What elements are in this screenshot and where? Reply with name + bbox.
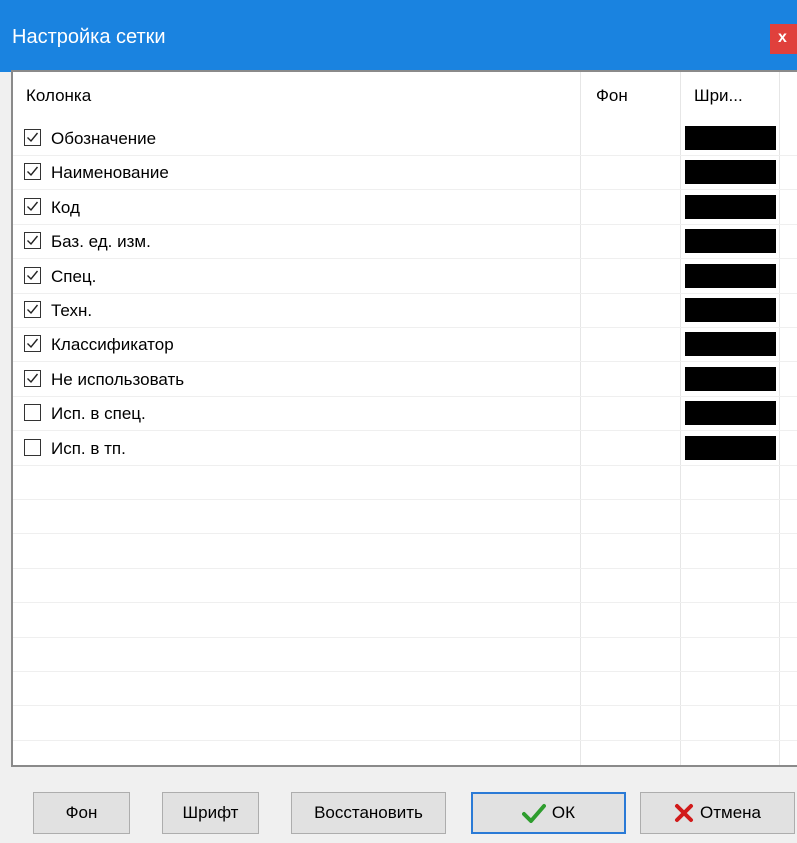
row-checkbox[interactable] [24,232,41,250]
row-checkbox[interactable] [24,129,41,146]
table-row [13,707,797,741]
font-color-swatch[interactable] [685,194,776,219]
table-row [13,741,797,765]
close-button[interactable]: x [770,24,797,54]
table-row[interactable]: Техн. [13,294,797,328]
font-color-swatch[interactable] [685,366,776,391]
table-row[interactable]: Исп. в тп. [13,432,797,466]
table-row[interactable]: Код [13,191,797,225]
table-row [13,500,797,535]
background-button-label: Фон [65,803,98,822]
title-bar: Настройка сетки x [0,0,797,72]
header-background[interactable]: Фон [596,86,628,106]
table-row[interactable]: Исп. в спец. [13,397,797,432]
table-row [13,466,797,500]
table-row[interactable]: Спец. [13,260,797,294]
row-checkbox[interactable] [24,163,41,181]
row-checkbox[interactable] [24,197,41,215]
header-font[interactable]: Шри... [694,86,743,106]
cancel-button-label: Отмена [700,803,761,822]
checkmark-icon [521,803,546,823]
table-row[interactable]: Не использовать [13,363,797,397]
font-color-swatch[interactable] [685,332,776,357]
table-row [13,535,797,569]
table-row [13,569,797,604]
row-checkbox[interactable] [24,438,41,456]
x-icon [674,803,694,823]
row-label: Исп. в спец. [51,404,146,424]
row-label: Техн. [51,301,93,320]
background-button[interactable]: Фон [33,792,130,834]
restore-button-label: Восстановить [314,803,423,822]
window-title: Настройка сетки [12,26,166,48]
table-row [13,672,797,707]
row-label: Исп. в тп. [51,438,126,458]
font-color-swatch[interactable] [685,229,776,254]
table-row [13,604,797,638]
columns-grid: Колонка Фон Шри... Обозначение Наименован… [11,70,797,767]
row-checkbox[interactable] [24,335,41,353]
font-color-swatch[interactable] [685,298,776,322]
header-column[interactable]: Колонка [26,86,91,106]
row-label: Обозначение [51,129,157,148]
font-color-swatch[interactable] [685,263,776,288]
row-checkbox[interactable] [24,404,41,422]
row-label: Классификатор [51,335,174,355]
row-label: Код [51,197,80,217]
row-checkbox[interactable] [24,266,41,284]
table-row [13,638,797,672]
ok-button-label: ОК [551,803,576,822]
font-color-swatch[interactable] [685,160,776,185]
row-label: Наименование [51,163,169,183]
row-label: Спец. [51,266,97,286]
ok-button[interactable]: ОК [471,792,626,834]
font-color-swatch[interactable] [685,435,776,460]
font-button[interactable]: Шрифт [162,792,259,834]
table-row[interactable]: Баз. ед. изм. [13,225,797,260]
font-color-swatch[interactable] [685,401,776,426]
font-button-label: Шрифт [182,803,239,822]
cancel-button[interactable]: Отмена [640,792,795,834]
table-row[interactable]: Классификатор [13,328,797,363]
row-checkbox[interactable] [24,369,41,387]
font-color-swatch[interactable] [685,126,776,150]
table-row[interactable]: Обозначение [13,122,797,156]
row-label: Не использовать [51,369,185,389]
table-row[interactable]: Наименование [13,156,797,191]
row-label: Баз. ед. изм. [51,232,151,252]
row-checkbox[interactable] [24,301,41,318]
restore-button[interactable]: Восстановить [291,792,446,834]
